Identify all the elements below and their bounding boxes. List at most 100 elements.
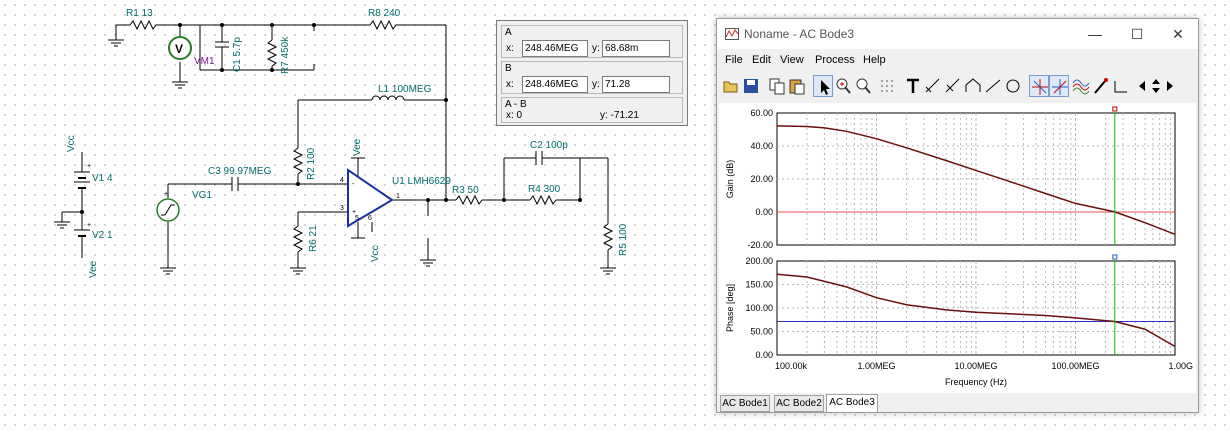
gain-chart[interactable]: -20.00 0.00 20.00 40.00 60.00 Gain (dB) — [725, 106, 1176, 250]
menu-process[interactable]: Process — [815, 54, 855, 66]
gain-ylabel: Gain (dB) — [725, 160, 735, 199]
gain-y-tick-label: 40.00 — [750, 141, 773, 151]
line-icon[interactable] — [983, 75, 1003, 97]
voltmeter-icon[interactable]: V — [168, 36, 192, 60]
paste-icon[interactable] — [787, 75, 807, 97]
grid-icon[interactable] — [877, 75, 897, 97]
zoom-in-icon[interactable] — [833, 75, 853, 97]
phase-ylabel: Phase [deg] — [725, 284, 735, 332]
pointer-icon[interactable] — [813, 75, 833, 97]
cursor-a-x-label: x: — [506, 43, 514, 54]
phase-y-tick-label: 0.00 — [755, 350, 773, 360]
phase-cursor-marker[interactable] — [1112, 254, 1118, 260]
arrow-icon[interactable] — [1111, 75, 1131, 97]
save-icon[interactable] — [741, 75, 761, 97]
copy-icon[interactable] — [767, 75, 787, 97]
gain-y-tick-label: 60.00 — [750, 108, 773, 118]
title-bar[interactable]: Noname - AC Bode3 — ☐ ✕ — [717, 19, 1198, 49]
maximize-button[interactable]: ☐ — [1117, 19, 1157, 49]
circle-icon[interactable] — [1003, 75, 1023, 97]
curve-icon[interactable] — [1071, 75, 1091, 97]
menu-help[interactable]: Help — [863, 54, 886, 66]
frequency-x-ticks: 100.00k 1.00MEG 10.00MEG 100.00MEG 1.00G — [775, 361, 1193, 371]
vee-label-battery: Vee — [88, 260, 99, 278]
label-icon[interactable] — [963, 75, 983, 97]
vm1-label: VM1 — [194, 56, 215, 67]
minimize-button[interactable]: — — [1075, 19, 1115, 49]
nav-up-down-icon[interactable] — [1149, 75, 1163, 97]
vcc-label-bottom: Vcc — [370, 245, 381, 262]
frequency-x-tick-label: 100.00MEG — [1051, 361, 1099, 371]
gain-cursor-marker[interactable] — [1112, 106, 1118, 112]
frequency-x-tick-label: 100.00k — [775, 361, 808, 371]
cursor-diff-y: y: -71.21 — [600, 110, 639, 121]
tab-ac-bode3[interactable]: AC Bode3 — [826, 394, 878, 412]
phase-y-tick-label: 200.00 — [745, 256, 773, 266]
nav-right-icon[interactable] — [1163, 75, 1177, 97]
menu-file[interactable]: File — [725, 54, 743, 66]
bode-plot-area[interactable]: -20.00 0.00 20.00 40.00 60.00 Gain (dB) 0.00… — [719, 103, 1196, 393]
menu-view[interactable]: View — [780, 54, 804, 66]
frequency-x-tick-label: 1.00G — [1168, 361, 1193, 371]
zoom-full-icon[interactable] — [853, 75, 873, 97]
nav-left-icon[interactable] — [1135, 75, 1149, 97]
pen-icon[interactable] — [1091, 75, 1111, 97]
pin-5: 5 — [355, 215, 359, 222]
cursor-b-x-field[interactable]: 248.46MEG — [522, 76, 588, 93]
cursor-b-group: B x: 248.46MEG y: 71.28 — [501, 61, 683, 94]
cursor-b-y-label: y: — [592, 79, 600, 90]
vg1-plus: + — [164, 191, 168, 198]
cursor-diff-label: A - B — [505, 99, 527, 110]
c2-label: C2 100p — [530, 140, 568, 151]
cursor-diff-group: A - B x: 0 y: -71.21 — [501, 97, 683, 123]
phase-y-ticks: 0.00 50.00 100.00 150.00 200.00 — [745, 256, 773, 360]
r8-label: R8 240 — [368, 8, 401, 19]
cursor-b-x-label: x: — [506, 79, 514, 90]
r7-label: R7 450k — [280, 36, 291, 74]
marker-b-icon[interactable] — [943, 75, 963, 97]
menu-edit[interactable]: Edit — [752, 54, 771, 66]
window-title: Noname - AC Bode3 — [744, 27, 855, 41]
r5-label: R5 100 — [618, 223, 629, 256]
bode-plot-window[interactable]: Noname - AC Bode3 — ☐ ✕ File Edit View P… — [716, 18, 1199, 413]
cursor-a-y-field[interactable]: 68.68m — [602, 40, 670, 57]
cursor-diff-x: x: 0 — [506, 110, 523, 121]
svg-text:V: V — [175, 42, 183, 56]
cursor-b-icon[interactable] — [1049, 75, 1069, 97]
vcc-label-battery: Vcc — [66, 135, 77, 152]
gain-y-tick-label: 20.00 — [750, 174, 773, 184]
text-icon[interactable] — [903, 75, 923, 97]
gain-y-ticks: -20.00 0.00 20.00 40.00 60.00 — [747, 108, 773, 250]
phase-y-tick-label: 50.00 — [750, 327, 773, 337]
signal-generator-icon[interactable] — [156, 198, 180, 222]
cursor-b-label: B — [505, 63, 512, 74]
v2-plus: + — [87, 222, 91, 229]
frequency-x-tick-label: 1.00MEG — [857, 361, 895, 371]
pin-6: 6 — [368, 215, 372, 222]
cursor-a-label: A — [505, 27, 512, 38]
tab-ac-bode2[interactable]: AC Bode2 — [774, 395, 824, 412]
tab-ac-bode1[interactable]: AC Bode1 — [720, 395, 770, 412]
toolbar — [719, 75, 1196, 99]
c1-label: C1 5.7p — [232, 37, 243, 72]
pin-1: 1 — [396, 193, 400, 200]
frequency-x-tick-label: 10.00MEG — [954, 361, 997, 371]
app-icon — [725, 28, 739, 40]
r2-label: R2 100 — [306, 147, 317, 180]
open-icon[interactable] — [721, 75, 741, 97]
marker-a-icon[interactable] — [923, 75, 943, 97]
phase-chart[interactable]: 0.0050.00100.00150.00200.00 Phase [deg] … — [725, 254, 1193, 387]
vee-label-top: Vee — [352, 138, 363, 156]
cursor-a-icon[interactable] — [1029, 75, 1049, 97]
cursor-a-y-label: y: — [592, 43, 600, 54]
plot-tabs: AC Bode1 AC Bode2 AC Bode3 — [719, 394, 1196, 412]
gain-y-tick-label: 0.00 — [755, 207, 773, 217]
vg1-label: VG1 — [192, 190, 212, 201]
cursor-b-y-field[interactable]: 71.28 — [602, 76, 670, 93]
cursor-readout-panel[interactable]: A x: 248.46MEG y: 68.68m B x: 248.46MEG … — [496, 20, 688, 126]
cursor-a-x-field[interactable]: 248.46MEG — [522, 40, 588, 57]
u1-label: U1 LMH6629 — [392, 176, 451, 187]
pin-4: 4 — [340, 177, 344, 184]
close-button[interactable]: ✕ — [1158, 19, 1198, 49]
v1-plus: + — [87, 163, 91, 170]
